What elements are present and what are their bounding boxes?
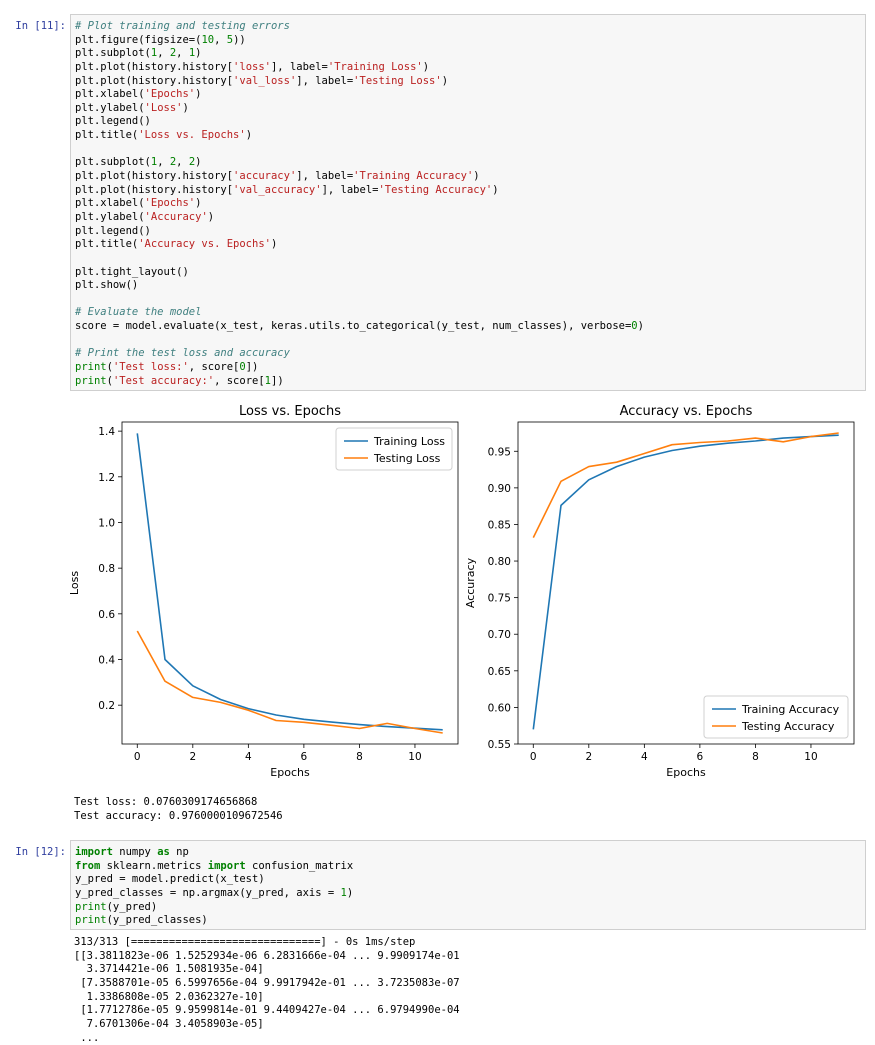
y-tick-label: 0.70 <box>488 629 511 641</box>
y-tick-label: 0.95 <box>488 446 511 458</box>
y-tick-label: 0.4 <box>98 655 115 667</box>
training-plots-figure: Loss vs. Epochs 0 2 4 6 8 10 0.2 0.4 0.6 0.8 1.0 1.2… <box>70 404 855 779</box>
x-tick-label: 2 <box>585 751 592 763</box>
x-tick-label: 6 <box>301 751 308 763</box>
code-line: plt.plot(history.history['accuracy'], la… <box>75 170 480 183</box>
x-tick-label: 0 <box>134 751 141 763</box>
code-line: # Plot training and testing errors <box>75 20 290 32</box>
code-line: plt.plot(history.history['val_accuracy']… <box>75 183 499 196</box>
series-line <box>136 433 443 731</box>
y-tick-label: 1.0 <box>98 517 115 529</box>
code-line: plt.ylabel('Accuracy') <box>75 210 215 223</box>
code-line: plt.xlabel('Epochs') <box>75 197 202 210</box>
legend-label: Testing Accuracy <box>741 720 835 733</box>
code-line: print('Test accuracy:', score[1]) <box>75 374 284 387</box>
code-editor: import numpy as np from sklearn.metrics i… <box>71 841 865 933</box>
code-line: plt.tight_layout() <box>75 265 189 278</box>
x-tick-label: 10 <box>408 751 421 763</box>
code-line: plt.title('Loss vs. Epochs') <box>75 129 253 142</box>
x-axis-label: Epochs <box>666 766 706 779</box>
legend-label: Training Loss <box>373 435 445 448</box>
cell-12-code-input[interactable]: import numpy as np from sklearn.metrics i… <box>70 840 866 930</box>
code-line: plt.subplot(1, 2, 2) <box>75 156 202 169</box>
y-tick-label: 0.2 <box>98 700 115 712</box>
code-editor: # Plot training and testing errors plt.fi… <box>71 15 865 393</box>
y-tick-label: 0.75 <box>488 593 511 605</box>
cell-11-code-input[interactable]: # Plot training and testing errors plt.fi… <box>70 14 866 391</box>
x-tick-label: 4 <box>245 751 252 763</box>
code-line: # Print the test loss and accuracy <box>75 347 290 360</box>
x-tick-label: 2 <box>189 751 196 763</box>
code-line: plt.legend() <box>75 224 151 237</box>
y-tick-label: 0.80 <box>488 556 511 568</box>
y-tick-label: 0.6 <box>98 609 115 621</box>
code-line: plt.ylabel('Loss') <box>75 101 189 114</box>
cell-11-output: Test loss: 0.0760309174656868 Test accur… <box>74 796 283 822</box>
y-axis-label: Accuracy <box>464 557 477 608</box>
code-line: plt.plot(history.history['loss'], label=… <box>75 60 430 73</box>
cell-12-output: 313/313 [==============================]… <box>74 936 460 1044</box>
code-line: from sklearn.metrics import confusion_ma… <box>75 859 354 872</box>
series-line <box>532 434 839 730</box>
y-tick-label: 1.4 <box>98 426 115 438</box>
code-line: plt.subplot(1, 2, 1) <box>75 47 202 60</box>
code-line: plt.title('Accuracy vs. Epochs') <box>75 238 278 251</box>
code-line: plt.show() <box>75 279 139 292</box>
x-tick-label: 8 <box>356 751 363 763</box>
y-tick-label: 1.2 <box>98 472 115 484</box>
y-tick-label: 0.65 <box>488 666 511 678</box>
code-line: print(y_pred_classes) <box>75 914 208 927</box>
x-tick-label: 0 <box>530 751 537 763</box>
legend-label: Testing Loss <box>373 452 441 465</box>
y-tick-label: 0.60 <box>488 702 511 714</box>
code-line: score = model.evaluate(x_test, keras.uti… <box>75 320 644 333</box>
code-line: plt.figure(figsize=(10, 5)) <box>75 33 246 46</box>
x-tick-label: 8 <box>752 751 759 763</box>
code-line: plt.plot(history.history['val_loss'], la… <box>75 74 449 87</box>
code-line: y_pred_classes = np.argmax(y_pred, axis … <box>75 886 354 899</box>
code-line: print('Test loss:', score[0]) <box>75 361 259 374</box>
accuracy-chart: Accuracy vs. Epochs 0 2 4 6 8 10 0.55 0.60 0.65 0.… <box>464 404 855 779</box>
x-tick-label: 10 <box>804 751 817 763</box>
y-tick-label: 0.55 <box>488 739 511 751</box>
y-tick-label: 0.85 <box>488 519 511 531</box>
x-tick-label: 6 <box>697 751 704 763</box>
code-line: print(y_pred) <box>75 900 158 913</box>
y-tick-label: 0.90 <box>488 483 511 495</box>
cell-11-prompt: In [11]: <box>15 20 66 32</box>
code-line: plt.legend() <box>75 115 151 128</box>
chart-title: Accuracy vs. Epochs <box>620 404 753 419</box>
y-tick-label: 0.8 <box>98 563 115 575</box>
code-line: # Evaluate the model <box>75 306 202 319</box>
legend-label: Training Accuracy <box>741 703 840 716</box>
x-axis-label: Epochs <box>270 766 310 779</box>
cell-12-prompt: In [12]: <box>15 846 66 858</box>
chart-title: Loss vs. Epochs <box>239 404 341 419</box>
x-tick-label: 4 <box>641 751 648 763</box>
y-axis-label: Loss <box>70 571 81 595</box>
code-line: y_pred = model.predict(x_test) <box>75 873 265 886</box>
code-line: import numpy as np <box>75 846 189 858</box>
loss-chart: Loss vs. Epochs 0 2 4 6 8 10 0.2 0.4 0.6 0.8 1.0 1.2… <box>70 404 459 779</box>
code-line: plt.xlabel('Epochs') <box>75 88 202 101</box>
